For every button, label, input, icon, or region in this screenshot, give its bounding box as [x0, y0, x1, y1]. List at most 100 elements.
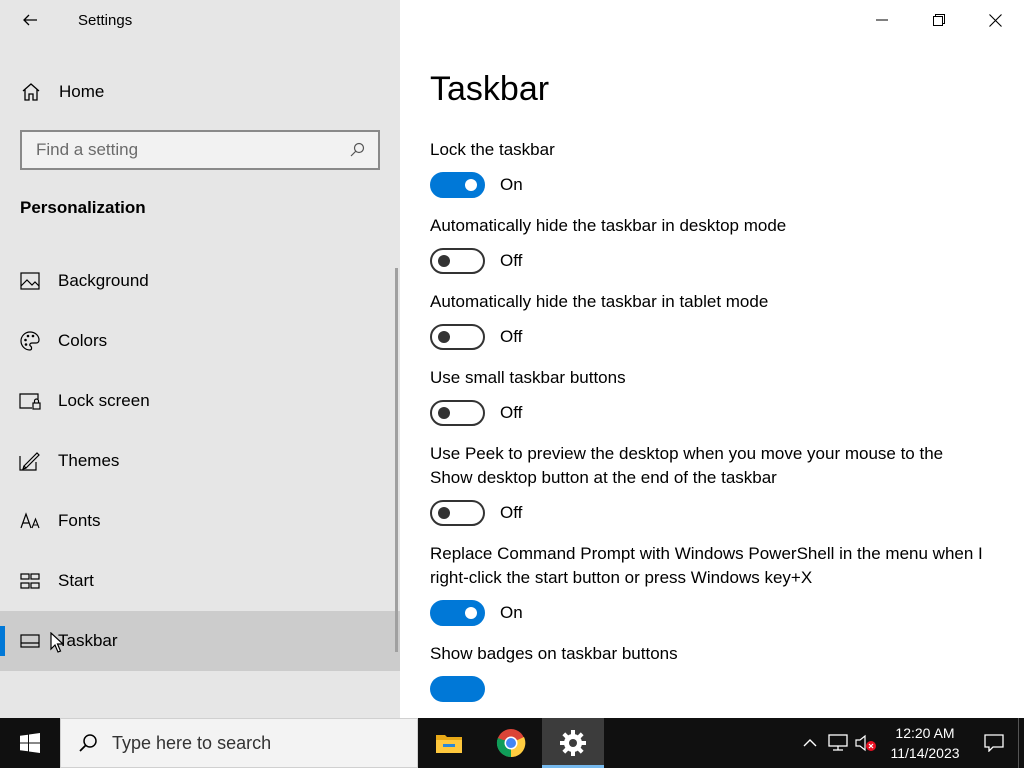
toggle-knob [438, 507, 450, 519]
start-button[interactable] [0, 718, 60, 768]
setting-badges: Show badges on taskbar buttons [430, 642, 990, 702]
toggle-row: Off [430, 500, 990, 526]
toggle-state: Off [500, 251, 523, 270]
home-nav-item[interactable]: Home [0, 72, 400, 112]
minimize-icon [875, 19, 888, 21]
sidebar-item-taskbar[interactable]: Taskbar [0, 611, 400, 671]
sidebar-item-label: Themes [58, 451, 120, 470]
toggle-state: On [500, 603, 523, 622]
toggle-knob [438, 255, 450, 267]
small-buttons-toggle[interactable] [430, 400, 485, 426]
restore-button[interactable] [910, 0, 967, 40]
setting-small-buttons: Use small taskbar buttons Off [430, 366, 990, 426]
sidebar-item-background[interactable]: Background [0, 251, 400, 311]
show-hidden-icons-button[interactable] [796, 718, 824, 768]
setting-label: Show badges on taskbar buttons [430, 644, 678, 663]
minimize-button[interactable] [853, 0, 910, 40]
toggle-knob [438, 407, 450, 419]
toggle-knob [465, 179, 477, 191]
lock-screen-icon [19, 390, 41, 412]
setting-powershell: Replace Command Prompt with Windows Powe… [430, 542, 990, 626]
toggle-row: Off [430, 324, 990, 350]
page-title: Taskbar [430, 70, 550, 108]
sidebar-item-label: Taskbar [58, 631, 118, 650]
chrome-icon [496, 729, 526, 758]
back-arrow-icon [23, 14, 37, 26]
close-icon [989, 13, 1002, 27]
clock-date: 11/14/2023 [890, 745, 960, 761]
peek-toggle[interactable] [430, 500, 485, 526]
settings-content: Taskbar Lock the taskbar On Automaticall… [400, 40, 1024, 718]
badges-toggle[interactable] [430, 676, 485, 702]
notification-icon [984, 734, 1004, 752]
sidebar-item-label: Lock screen [58, 391, 150, 410]
setting-label: Use Peek to preview the desktop when you… [430, 444, 944, 487]
sidebar-item-start[interactable]: Start [0, 551, 400, 611]
setting-autohide-tablet: Automatically hide the taskbar in tablet… [430, 290, 990, 350]
window-controls [853, 0, 1024, 40]
action-center-button[interactable] [970, 718, 1018, 768]
themes-icon [19, 450, 41, 472]
volume-button[interactable] [852, 718, 880, 768]
home-label: Home [59, 82, 105, 101]
sidebar-item-themes[interactable]: Themes [0, 431, 400, 491]
taskbar-app-chrome[interactable] [480, 718, 542, 768]
taskbar-icon [19, 630, 41, 652]
toggle-row: Off [430, 400, 990, 426]
taskbar-search-text: Type here to search [112, 732, 272, 753]
toggle-row: On [430, 172, 990, 198]
setting-label: Replace Command Prompt with Windows Powe… [430, 544, 983, 587]
personalization-nav: Background Colors Lock screen Themes Fon… [0, 251, 400, 671]
autohide-tablet-toggle[interactable] [430, 324, 485, 350]
autohide-desktop-toggle[interactable] [430, 248, 485, 274]
sidebar-item-label: Fonts [58, 511, 101, 530]
settings-sidebar: Settings Home Personalization Background [0, 0, 400, 718]
file-explorer-icon [436, 735, 462, 753]
toggle-knob [438, 331, 450, 343]
lock-taskbar-toggle[interactable] [430, 172, 485, 198]
title-bar: Settings [0, 0, 400, 40]
sidebar-item-label: Start [58, 571, 94, 590]
sidebar-item-colors[interactable]: Colors [0, 311, 400, 371]
taskbar-clock[interactable]: 12:20 AM 11/14/2023 [880, 718, 970, 768]
sidebar-item-label: Background [58, 271, 149, 290]
find-setting-input[interactable] [22, 132, 342, 168]
setting-label: Automatically hide the taskbar in deskto… [430, 216, 787, 235]
close-button[interactable] [967, 0, 1024, 40]
toggle-state: On [500, 175, 523, 194]
find-setting-search[interactable] [20, 130, 380, 170]
restore-icon [932, 14, 945, 26]
show-desktop-button[interactable] [1018, 718, 1024, 768]
setting-lock-taskbar: Lock the taskbar On [430, 138, 990, 198]
chevron-up-icon [803, 739, 817, 747]
setting-label: Automatically hide the taskbar in tablet… [430, 292, 769, 311]
taskbar-app-file-explorer[interactable] [418, 718, 480, 768]
section-title: Personalization [20, 198, 146, 217]
search-icon [76, 733, 100, 753]
setting-label: Lock the taskbar [430, 140, 555, 159]
taskbar-app-settings[interactable] [542, 718, 604, 768]
sidebar-item-lock-screen[interactable]: Lock screen [0, 371, 400, 431]
toggle-state: Off [500, 327, 523, 346]
powershell-toggle[interactable] [430, 600, 485, 626]
setting-autohide-desktop: Automatically hide the taskbar in deskto… [430, 214, 990, 274]
sidebar-scrollbar[interactable] [395, 268, 398, 652]
fonts-icon [19, 510, 41, 532]
taskbar-search-box[interactable]: Type here to search [60, 718, 418, 768]
setting-peek: Use Peek to preview the desktop when you… [430, 442, 990, 526]
system-tray: 12:20 AM 11/14/2023 [796, 718, 1024, 768]
start-tiles-icon [19, 570, 41, 592]
toggle-state: Off [500, 503, 523, 522]
volume-muted-icon [855, 734, 876, 752]
settings-gear-icon [560, 730, 586, 756]
app-title: Settings [78, 12, 133, 29]
sidebar-item-fonts[interactable]: Fonts [0, 491, 400, 551]
search-icon[interactable] [342, 142, 372, 158]
settings-list: Lock the taskbar On Automatically hide t… [430, 138, 990, 718]
setting-label: Use small taskbar buttons [430, 368, 626, 387]
network-button[interactable] [824, 718, 852, 768]
palette-icon [19, 330, 41, 352]
sidebar-item-label: Colors [58, 331, 108, 350]
network-icon [828, 734, 848, 751]
back-button[interactable] [14, 6, 46, 34]
